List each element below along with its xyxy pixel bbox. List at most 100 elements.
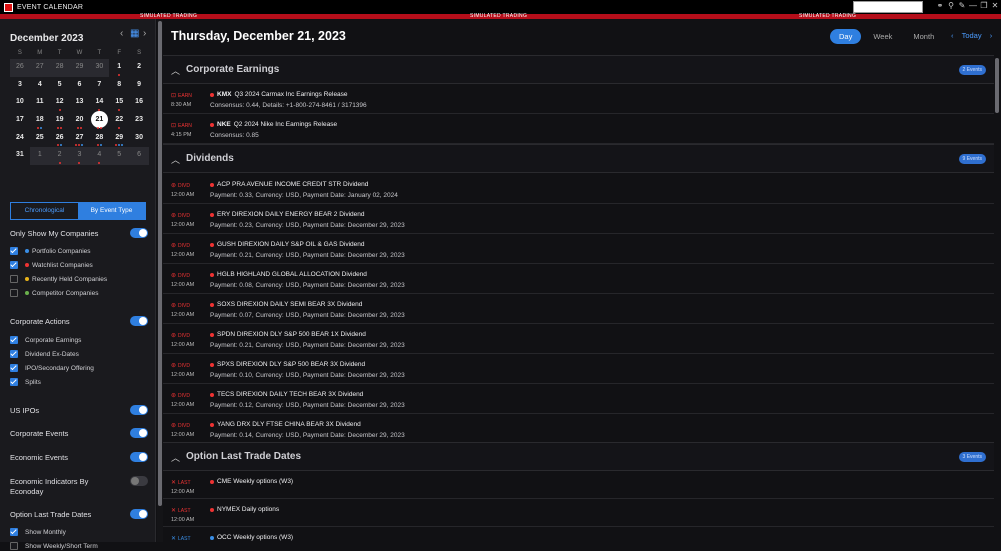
calendar-day[interactable]: 5	[109, 147, 130, 166]
calendar-day[interactable]: 29	[69, 59, 90, 77]
portfolio-companies-filter[interactable]: Portfolio Companies	[10, 246, 91, 256]
corporate-earnings-filter[interactable]: Corporate Earnings	[10, 335, 81, 345]
calendar-day[interactable]: 4	[89, 147, 110, 166]
checkbox[interactable]	[10, 275, 18, 283]
competitor-companies-filter[interactable]: Competitor Companies	[10, 288, 98, 298]
calendar-picker-icon[interactable]: ▦	[130, 28, 139, 39]
event-row[interactable]: ⊛ DIVD 12:00 AM ERY DIREXION DAILY ENERGY B…	[163, 204, 994, 234]
economic-events-toggle[interactable]	[130, 452, 148, 462]
collapse-chevron-icon[interactable]: ︿	[171, 451, 180, 464]
option-last-trade-toggle[interactable]	[130, 509, 148, 519]
close-icon[interactable]: ✕	[991, 1, 999, 10]
calendar-day[interactable]: 22	[109, 112, 129, 130]
calendar-day[interactable]: 2	[49, 147, 70, 166]
calendar-day[interactable]: 28	[49, 59, 70, 77]
calendar-day[interactable]: 27	[29, 59, 50, 77]
event-row[interactable]: ⊛ DIVD 12:00 AM YANG DRX DLY FTSE CHINA BEA…	[163, 414, 994, 444]
calendar-day[interactable]: 19	[50, 112, 70, 130]
calendar-day[interactable]: 6	[129, 147, 149, 166]
search-icon[interactable]: ⚲	[947, 1, 955, 10]
calendar-day[interactable]: 28	[89, 130, 109, 148]
corporate-actions-toggle[interactable]	[130, 316, 148, 326]
calendar-day[interactable]: 14	[89, 94, 109, 112]
event-row[interactable]: ⊛ DIVD 12:00 AM TECS DIREXION DAILY TECH BE…	[163, 384, 994, 414]
section-dividends[interactable]: ︿ Dividends 9 Events	[163, 144, 994, 173]
link-icon[interactable]: ⚭	[936, 1, 944, 10]
scrollbar-thumb[interactable]	[158, 21, 162, 506]
calendar-day[interactable]: 25	[30, 130, 50, 148]
event-row[interactable]: ⊡ EARN 8:30 AM KMX Q3 2024 Carmax Inc Earn…	[163, 84, 994, 114]
collapse-chevron-icon[interactable]: ︿	[171, 64, 180, 77]
watchlist-companies-filter[interactable]: Watchlist Companies	[10, 260, 93, 270]
ipo-secondary-filter[interactable]: IPO/Secondary Offering	[10, 363, 94, 373]
calendar-day[interactable]: 30	[89, 59, 110, 77]
calendar-day-selected[interactable]: 21	[89, 111, 109, 130]
calendar-next-icon[interactable]: ›	[143, 28, 146, 39]
calendar-day[interactable]: 15	[109, 94, 129, 112]
today-button[interactable]: Today	[962, 31, 982, 40]
checkbox[interactable]	[10, 289, 18, 297]
calendar-prev-icon[interactable]: ‹	[120, 28, 123, 39]
calendar-day[interactable]: 31	[10, 147, 30, 165]
checkbox[interactable]	[10, 378, 18, 386]
calendar-day[interactable]: 12	[50, 94, 70, 112]
corporate-events-toggle[interactable]	[130, 428, 148, 438]
calendar-day[interactable]: 29	[109, 130, 129, 148]
scrollbar-thumb[interactable]	[995, 58, 999, 113]
calendar-day[interactable]: 26	[50, 130, 70, 148]
calendar-day[interactable]: 6	[70, 77, 90, 95]
checkbox[interactable]	[10, 336, 18, 344]
maximize-icon[interactable]: ❐	[980, 1, 988, 10]
by-event-type-tab[interactable]: By Event Type	[78, 203, 145, 219]
event-row[interactable]: ⊛ DIVD 12:00 AM HGLB HIGHLAND GLOBAL ALLOCA…	[163, 264, 994, 294]
calendar-day[interactable]: 30	[129, 130, 149, 148]
event-row[interactable]: ⊛ DIVD 12:00 AM SOXS DIREXION DAILY SEMI BE…	[163, 294, 994, 324]
calendar-day[interactable]: 10	[10, 94, 30, 112]
calendar-day[interactable]: 23	[129, 112, 149, 130]
calendar-day[interactable]: 26	[10, 59, 30, 77]
calendar-day[interactable]: 20	[70, 112, 90, 130]
chronological-tab[interactable]: Chronological	[11, 203, 78, 219]
us-ipos-toggle[interactable]	[130, 405, 148, 415]
economic-indicators-toggle[interactable]	[130, 476, 148, 486]
calendar-day[interactable]: 17	[10, 112, 30, 130]
symbol-search-input[interactable]	[853, 1, 923, 13]
section-option-last-trade[interactable]: ︿ Option Last Trade Dates 3 Events	[163, 442, 994, 471]
calendar-day[interactable]: 1	[109, 59, 129, 77]
calendar-day[interactable]: 3	[69, 147, 90, 166]
calendar-day[interactable]: 5	[50, 77, 70, 95]
checkbox[interactable]	[10, 247, 18, 255]
calendar-day[interactable]: 8	[109, 77, 129, 95]
event-row[interactable]: ✕ LAST 12:00 AM CME Weekly options (W3)	[163, 471, 994, 499]
checkbox[interactable]	[10, 261, 18, 269]
day-view-button[interactable]: Day	[830, 29, 862, 44]
calendar-day[interactable]: 7	[89, 77, 109, 95]
edit-icon[interactable]: ✎	[958, 1, 966, 10]
calendar-day[interactable]: 16	[129, 94, 149, 112]
splits-filter[interactable]: Splits	[10, 377, 41, 387]
prev-day-icon[interactable]: ‹	[951, 31, 954, 40]
checkbox[interactable]	[10, 350, 18, 358]
calendar-day[interactable]: 3	[10, 77, 30, 95]
checkbox[interactable]	[10, 542, 18, 550]
calendar-day[interactable]: 9	[129, 77, 149, 95]
calendar-day[interactable]: 24	[10, 130, 30, 148]
collapse-chevron-icon[interactable]: ︿	[171, 153, 180, 166]
calendar-day[interactable]: 2	[129, 59, 149, 77]
dividend-ex-dates-filter[interactable]: Dividend Ex-Dates	[10, 349, 79, 359]
week-view-button[interactable]: Week	[864, 29, 901, 44]
calendar-day[interactable]: 11	[30, 94, 50, 112]
event-row[interactable]: ✕ LAST 12:00 AM NYMEX Daily options	[163, 499, 994, 527]
main-scrollbar[interactable]	[994, 56, 1000, 542]
checkbox[interactable]	[10, 364, 18, 372]
event-row[interactable]: ✕ LAST OCC Weekly options (W3)	[163, 527, 994, 542]
calendar-day[interactable]: 13	[70, 94, 90, 112]
event-row[interactable]: ⊛ DIVD 12:00 AM SPXS DIREXION DLY S&P 500 B…	[163, 354, 994, 384]
calendar-day[interactable]: 18	[30, 112, 50, 130]
only-my-companies-toggle[interactable]	[130, 228, 148, 238]
checkbox[interactable]	[10, 528, 18, 536]
event-row[interactable]: ⊡ EARN 4:15 PM NKE Q2 2024 Nike Inc Earnin…	[163, 114, 994, 144]
show-weekly-filter[interactable]: Show Weekly/Short Term	[10, 541, 98, 551]
show-monthly-filter[interactable]: Show Monthly	[10, 527, 66, 537]
minimize-icon[interactable]: —	[969, 1, 977, 10]
